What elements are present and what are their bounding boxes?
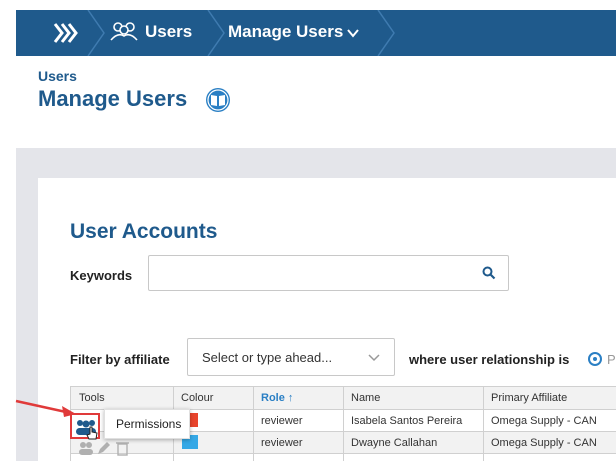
relationship-radio[interactable]: [588, 352, 602, 366]
affiliate-placeholder: Select or type ahead...: [202, 350, 333, 365]
people-outline-icon: [110, 22, 138, 41]
book-icon[interactable]: [205, 87, 231, 113]
nav-users-link[interactable]: Users: [145, 22, 192, 42]
callout-arrow-icon: [15, 399, 76, 417]
header-primary-affiliate[interactable]: Primary Affiliate: [491, 392, 567, 404]
affiliate-cell: Omega Supply - CAN: [491, 415, 597, 427]
keywords-input[interactable]: [148, 255, 509, 291]
affiliate-cell: Omega Supply - CAN: [491, 437, 597, 449]
page-title: Manage Users: [38, 86, 188, 111]
breadcrumb[interactable]: Users: [38, 68, 77, 84]
header-role[interactable]: Role ↑: [261, 392, 293, 404]
name-cell: Isabela Santos Pereira: [351, 415, 463, 427]
edit-icon[interactable]: [98, 442, 110, 454]
double-chevron-right-icon[interactable]: [52, 21, 78, 45]
nav-separator: [87, 10, 105, 56]
search-icon[interactable]: [482, 266, 496, 280]
nav-separator: [377, 10, 395, 56]
header-name[interactable]: Name: [351, 392, 380, 404]
chevron-down-icon[interactable]: [347, 29, 359, 38]
delete-icon[interactable]: [116, 442, 129, 456]
nav-separator: [207, 10, 225, 56]
section-title: User Accounts: [70, 220, 218, 243]
row-tools: [79, 442, 129, 456]
relationship-label: where user relationship is: [409, 352, 570, 367]
filter-affiliate-label: Filter by affiliate: [70, 352, 170, 367]
chevron-down-icon: [368, 354, 380, 362]
keywords-label: Keywords: [70, 268, 133, 283]
header-tools: Tools: [79, 392, 105, 404]
relationship-option-label: P: [607, 352, 616, 367]
hand-pointer-icon: [86, 426, 98, 440]
permissions-tooltip: Permissions: [104, 409, 190, 439]
column-divider: [253, 386, 254, 461]
role-cell: reviewer: [261, 415, 303, 427]
affiliate-select[interactable]: Select or type ahead...: [187, 338, 395, 376]
name-cell: Dwayne Callahan: [351, 437, 438, 449]
role-cell: reviewer: [261, 437, 303, 449]
nav-manage-users-link[interactable]: Manage Users: [228, 22, 343, 42]
column-divider: [343, 386, 344, 461]
permissions-icon[interactable]: [79, 442, 93, 455]
header-colour[interactable]: Colour: [181, 392, 213, 404]
column-divider: [483, 386, 484, 461]
